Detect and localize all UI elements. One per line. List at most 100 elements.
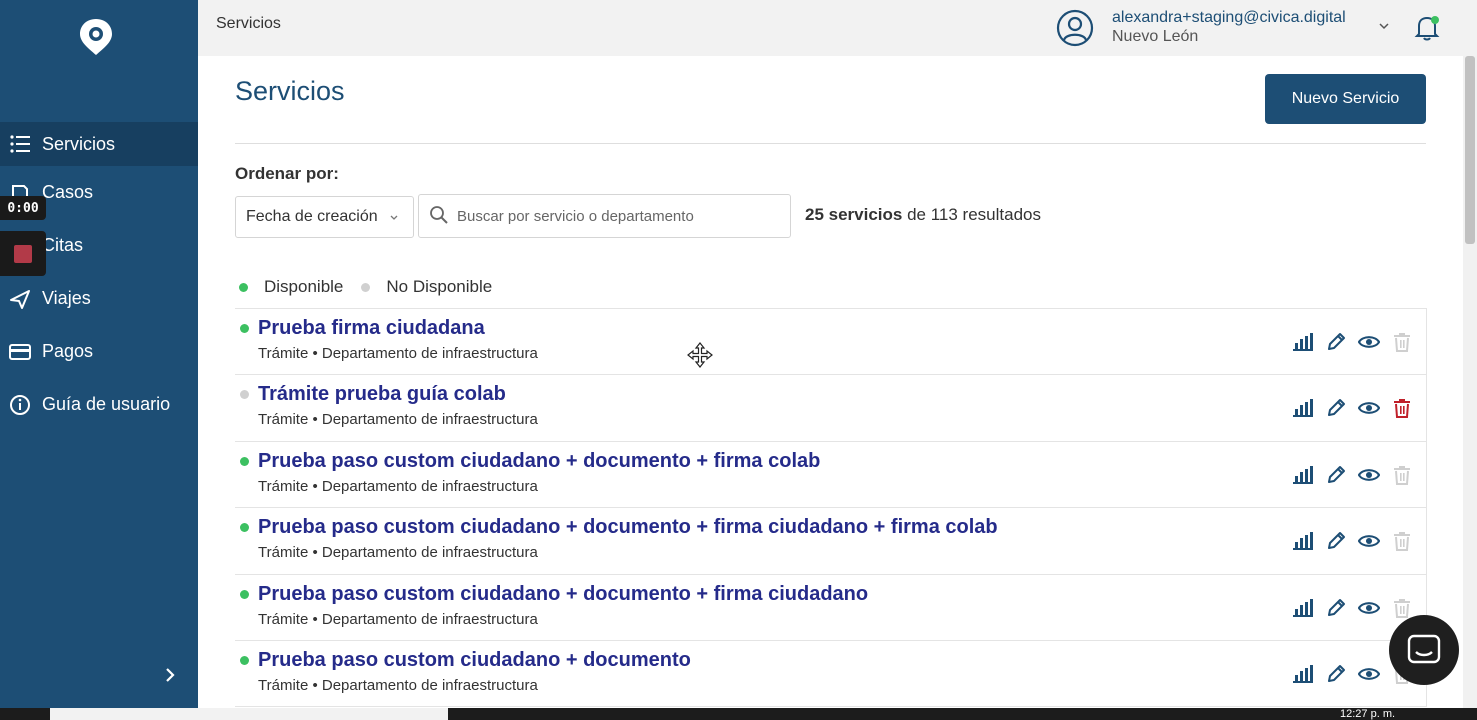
sidebar-item-servicios[interactable]: Servicios xyxy=(0,122,198,166)
stats-icon[interactable] xyxy=(1292,464,1314,486)
service-row[interactable]: Prueba paso custom ciudadano + documento… xyxy=(235,575,1426,641)
breadcrumb: Servicios xyxy=(216,15,281,32)
top-bar: Servicios alexandra+staging@civica.digit… xyxy=(198,0,1477,56)
service-actions xyxy=(1292,331,1424,353)
service-actions xyxy=(1292,397,1424,419)
service-actions xyxy=(1292,597,1424,619)
service-row[interactable]: Prueba firma ciudadana Trámite • Departam… xyxy=(235,309,1426,376)
search-input[interactable] xyxy=(455,203,775,229)
service-name-link[interactable]: Prueba firma ciudadana xyxy=(258,317,485,340)
sort-select[interactable]: Fecha de creación xyxy=(235,196,414,238)
service-actions xyxy=(1292,464,1424,486)
stats-icon[interactable] xyxy=(1292,530,1314,552)
view-eye-icon[interactable] xyxy=(1358,397,1380,419)
move-cursor-icon xyxy=(687,342,713,368)
edit-pencil-icon[interactable] xyxy=(1325,597,1347,619)
sidebar-item-label: Citas xyxy=(42,235,84,255)
service-name-link[interactable]: Prueba paso custom ciudadano + documento xyxy=(258,649,691,672)
service-row[interactable]: Trámite prueba guía colab Trámite • Depar… xyxy=(235,375,1426,442)
legend-available: Disponible xyxy=(264,277,344,296)
recording-timer: 0:00 xyxy=(0,196,46,220)
stats-icon[interactable] xyxy=(1292,597,1314,619)
civica-logo-icon[interactable] xyxy=(78,17,114,57)
sidebar-item-guia[interactable]: Guía de usuario xyxy=(0,378,198,431)
credit-card-icon xyxy=(9,341,31,363)
stats-icon[interactable] xyxy=(1292,397,1314,419)
service-name-link[interactable]: Prueba paso custom ciudadano + documento… xyxy=(258,516,998,539)
bell-icon[interactable] xyxy=(1414,14,1440,42)
view-eye-icon[interactable] xyxy=(1358,331,1380,353)
sort-select-value: Fecha de creación xyxy=(246,208,378,225)
edit-pencil-icon[interactable] xyxy=(1325,397,1347,419)
service-name-link[interactable]: Trámite prueba guía colab xyxy=(258,383,506,406)
page-title: Servicios xyxy=(235,76,345,106)
sidebar-item-label: Servicios xyxy=(42,133,116,154)
search-box[interactable] xyxy=(418,194,791,238)
edit-pencil-icon[interactable] xyxy=(1325,530,1347,552)
view-eye-icon[interactable] xyxy=(1358,663,1380,685)
service-type: Trámite xyxy=(258,477,309,495)
user-avatar-icon[interactable] xyxy=(1056,9,1094,47)
chevron-down-icon[interactable] xyxy=(1378,20,1390,32)
os-taskbar: 12:27 p. m. xyxy=(0,708,1477,720)
user-state: Nuevo León xyxy=(1112,28,1199,45)
divider xyxy=(235,143,1426,144)
service-department: Departamento de infraestructura xyxy=(321,477,538,495)
user-email[interactable]: alexandra+staging@civica.digital xyxy=(1112,9,1346,27)
taskbar-window[interactable] xyxy=(50,708,448,720)
service-row[interactable]: Prueba paso custom ciudadano + documento… xyxy=(235,508,1426,575)
service-type: Trámite xyxy=(258,544,309,562)
service-name-link[interactable]: Prueba paso custom ciudadano + documento… xyxy=(258,583,868,606)
page-scrollbar[interactable] xyxy=(1463,56,1477,708)
unavailable-dot xyxy=(361,282,371,292)
scrollbar-thumb[interactable] xyxy=(1465,56,1475,244)
service-type: Trámite xyxy=(258,345,309,362)
service-department: Departamento de infraestructura xyxy=(321,610,538,628)
sort-label: Ordenar por: xyxy=(235,164,339,183)
chat-launcher-button[interactable] xyxy=(1389,615,1459,685)
available-dot xyxy=(240,655,249,665)
expand-sidebar-chevron-icon[interactable] xyxy=(160,663,180,687)
available-dot xyxy=(240,456,249,466)
recording-stop-button[interactable] xyxy=(0,231,46,276)
unavailable-dot xyxy=(240,390,249,400)
info-icon xyxy=(9,394,31,416)
available-dot xyxy=(239,282,248,292)
sidebar-item-viajes[interactable]: Viajes xyxy=(0,272,198,325)
stats-icon[interactable] xyxy=(1292,331,1314,353)
availability-legend: Disponible No Disponible xyxy=(235,277,492,297)
edit-pencil-icon[interactable] xyxy=(1325,331,1347,353)
trash-icon xyxy=(1391,530,1413,552)
service-row[interactable]: Prueba paso custom ciudadano + documento… xyxy=(235,442,1426,509)
trash-icon xyxy=(1391,331,1413,353)
list-icon xyxy=(9,133,31,155)
sidebar-item-pagos[interactable]: Pagos xyxy=(0,325,198,378)
edit-pencil-icon[interactable] xyxy=(1325,464,1347,486)
service-type: Trámite xyxy=(258,610,309,628)
legend-unavailable: No Disponible xyxy=(386,277,493,296)
service-name-link[interactable]: Prueba paso custom ciudadano + documento… xyxy=(258,450,820,473)
service-list: Prueba firma ciudadana Trámite • Departam… xyxy=(235,308,1427,708)
chat-icon xyxy=(1407,634,1441,664)
trash-icon[interactable] xyxy=(1391,397,1413,419)
available-dot xyxy=(240,589,249,599)
service-row[interactable]: Prueba paso custom ciudadano + documento… xyxy=(235,641,1426,708)
sidebar-item-label: Pagos xyxy=(42,341,94,361)
view-eye-icon[interactable] xyxy=(1358,597,1380,619)
stop-icon xyxy=(14,244,32,263)
view-eye-icon[interactable] xyxy=(1358,530,1380,552)
plane-icon xyxy=(9,288,31,310)
service-meta: Trámite • Departamento de infraestructur… xyxy=(258,676,538,694)
view-eye-icon[interactable] xyxy=(1358,464,1380,486)
service-type: Trámite xyxy=(258,411,309,429)
service-actions xyxy=(1292,530,1424,552)
new-service-button[interactable]: Nuevo Servicio xyxy=(1265,74,1426,124)
service-meta: Trámite • Departamento de infraestructur… xyxy=(258,477,538,495)
service-type: Trámite xyxy=(258,676,309,694)
stats-icon[interactable] xyxy=(1292,663,1314,685)
sidebar: Servicios Casos Citas Viajes Pagos Guía … xyxy=(0,0,198,708)
sidebar-nav: Servicios Casos Citas Viajes Pagos Guía … xyxy=(0,122,198,431)
edit-pencil-icon[interactable] xyxy=(1325,663,1347,685)
service-meta: Trámite • Departamento de infraestructur… xyxy=(258,610,538,628)
trash-icon xyxy=(1391,464,1413,486)
